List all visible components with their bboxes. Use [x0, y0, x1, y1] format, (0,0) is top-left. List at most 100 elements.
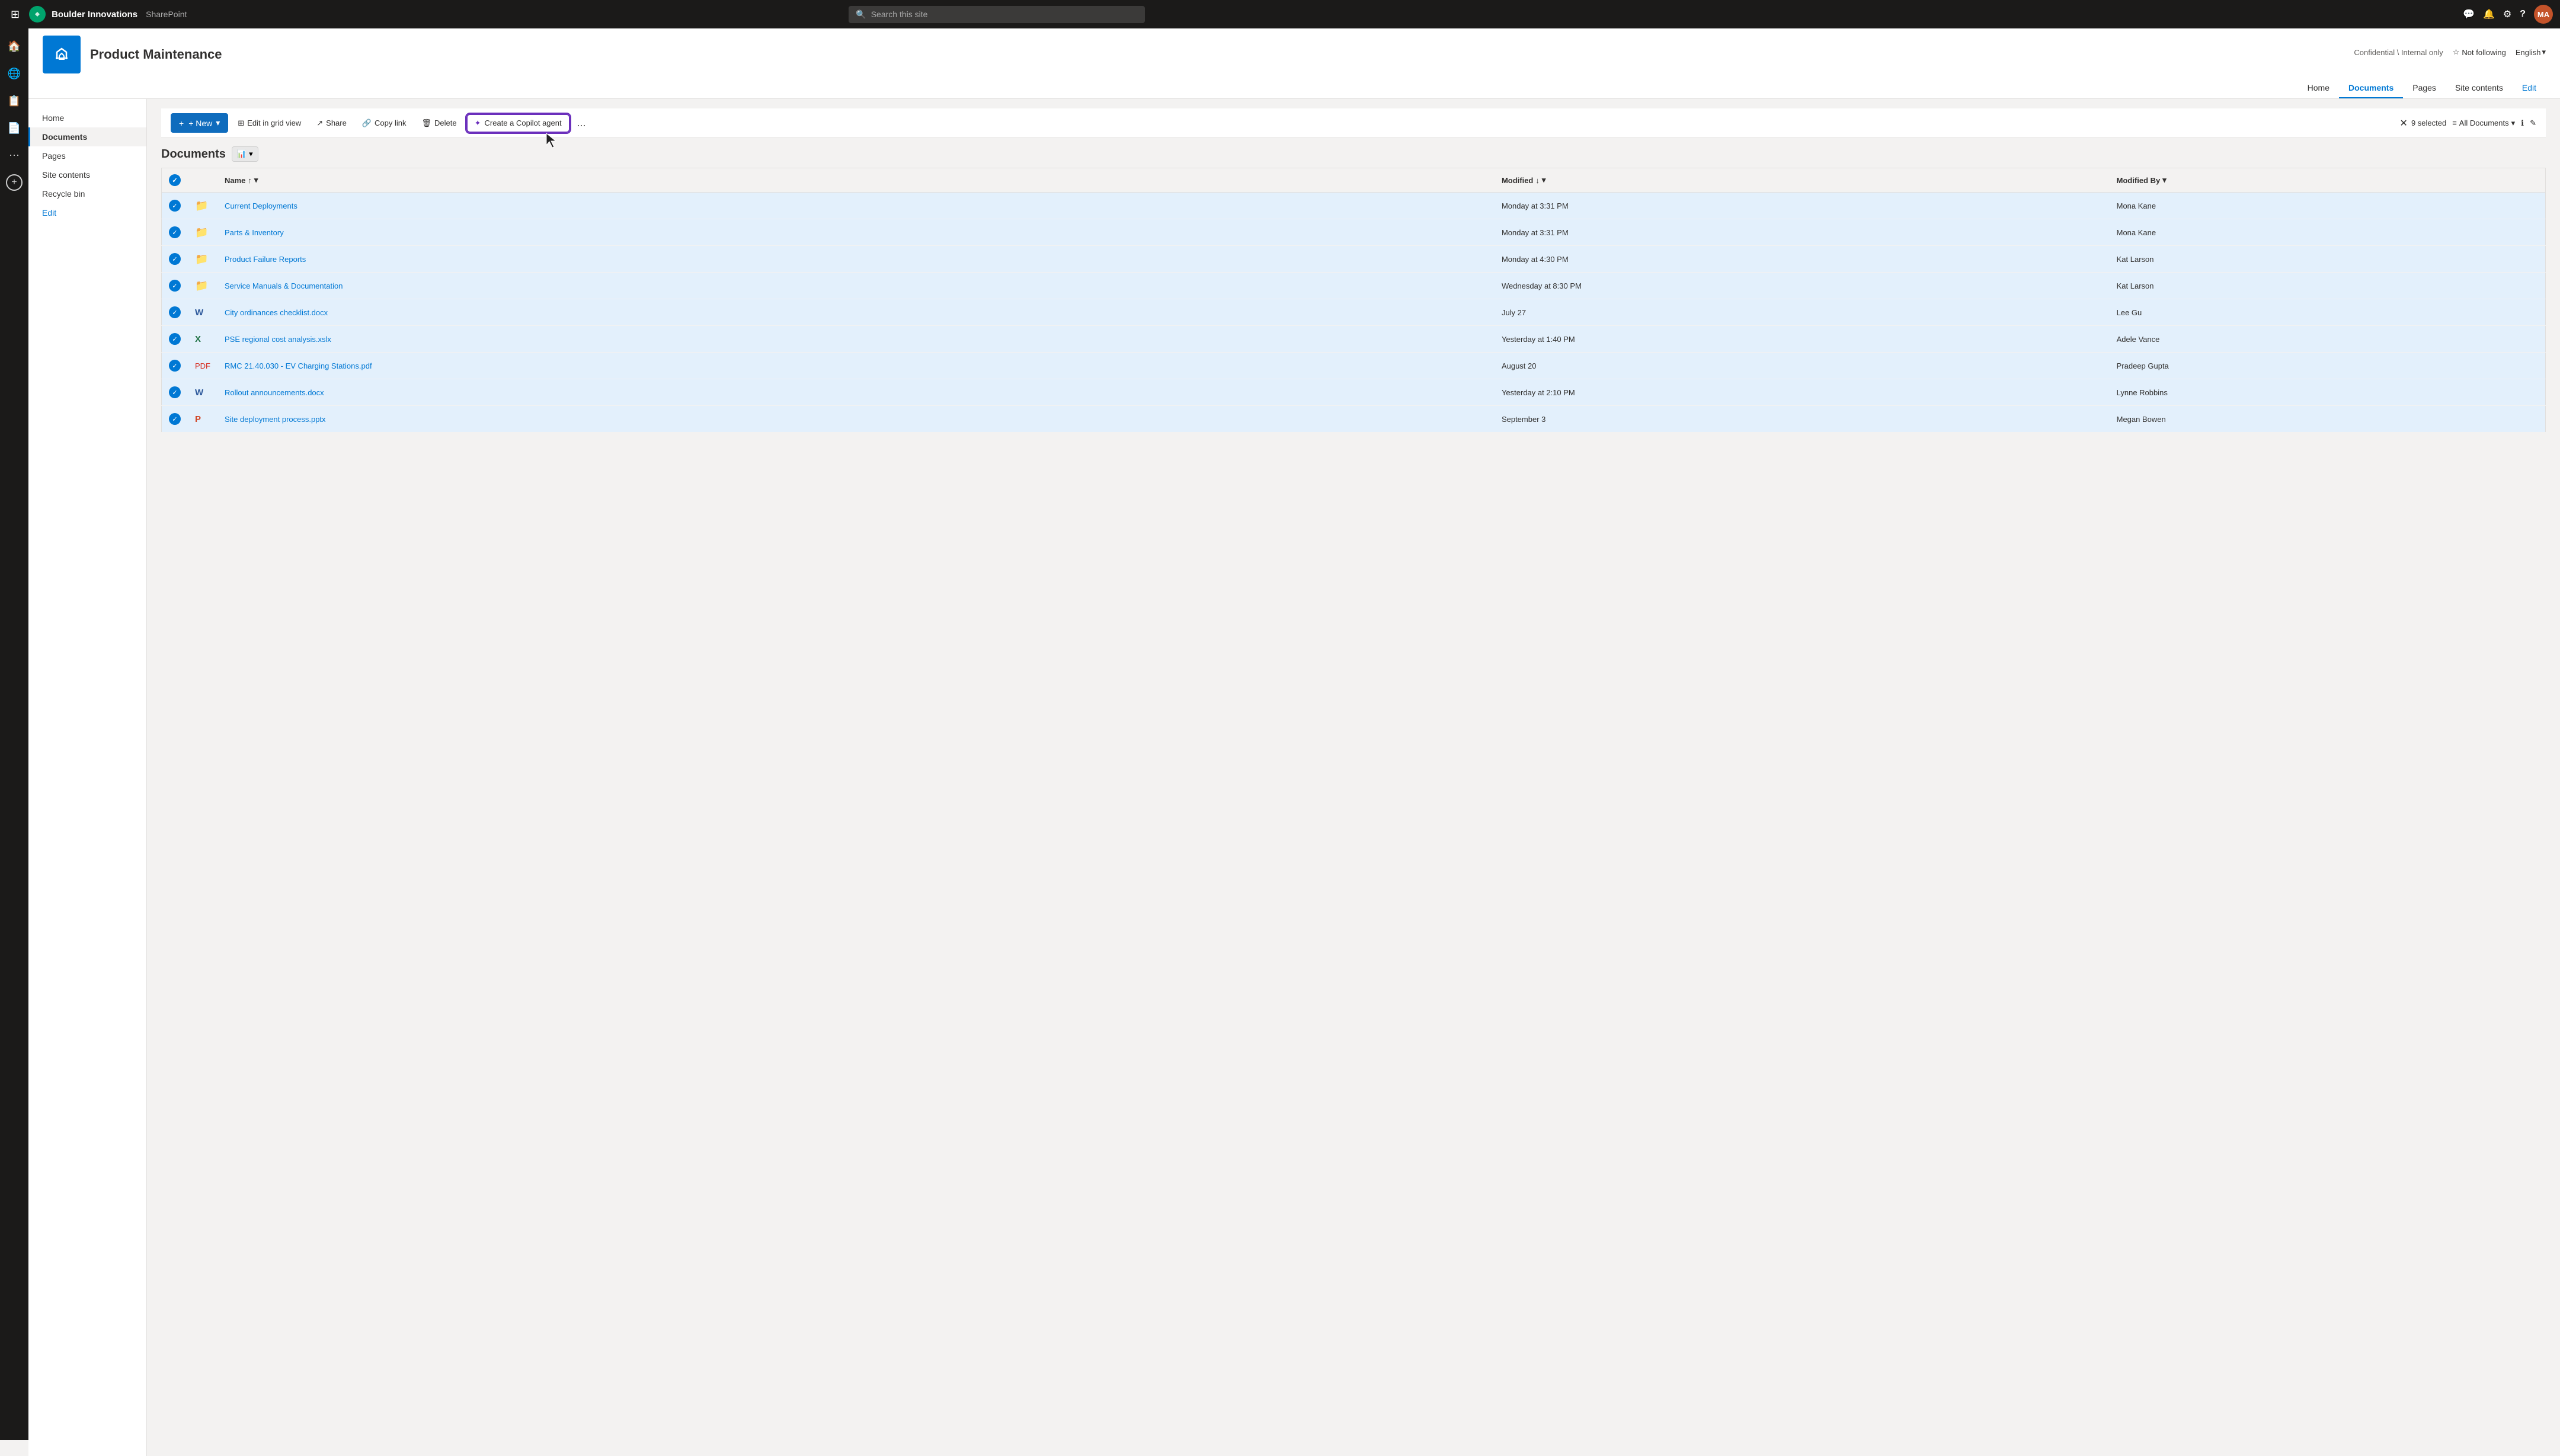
- sidebar-item-site-contents[interactable]: Site contents: [28, 165, 146, 184]
- file-type-cell: W: [188, 379, 217, 406]
- row-checkbox-3[interactable]: ✓: [169, 280, 181, 292]
- modified-by-cell-5: Adele Vance: [2110, 326, 2546, 353]
- copy-link-button[interactable]: 🔗 Copy link: [356, 115, 412, 132]
- waffle-menu-icon[interactable]: ⊞: [7, 5, 23, 24]
- more-row-button-0[interactable]: ⋯: [317, 199, 331, 213]
- microsoft365-logo: [29, 6, 46, 23]
- share-row-button-4[interactable]: ↗: [332, 305, 345, 319]
- edit-columns-button[interactable]: ✎: [2530, 119, 2536, 128]
- file-name-1[interactable]: Parts & Inventory: [225, 228, 284, 237]
- nav-site-contents[interactable]: Site contents: [2446, 78, 2513, 98]
- file-name-2[interactable]: Product Failure Reports: [225, 255, 306, 264]
- list-icon: ≡: [2452, 119, 2457, 127]
- row-checkbox-4[interactable]: ✓: [169, 306, 181, 318]
- deselect-all-button[interactable]: ✕: [2400, 117, 2408, 129]
- grid-icon: ⊞: [238, 119, 244, 128]
- more-options-button[interactable]: ...: [574, 114, 590, 132]
- share-button[interactable]: ↗ Share: [311, 115, 353, 132]
- modified-by-header[interactable]: Modified By ▾: [2110, 168, 2546, 193]
- more-row-button-3[interactable]: ⋯: [363, 279, 377, 293]
- nav-edit[interactable]: Edit: [2513, 78, 2546, 98]
- user-avatar[interactable]: MA: [2534, 5, 2553, 24]
- file-name-7[interactable]: Rollout announcements.docx: [225, 388, 324, 397]
- sidebar-item-edit[interactable]: Edit: [28, 203, 146, 222]
- modified-by-cell-1: Mona Kane: [2110, 219, 2546, 246]
- row-checkbox-cell: ✓: [162, 406, 188, 433]
- search-icon: 🔍: [856, 9, 866, 20]
- more-row-button-4[interactable]: ⋯: [348, 305, 362, 319]
- file-name-3[interactable]: Service Manuals & Documentation: [225, 281, 343, 290]
- share-row-button-7[interactable]: ↗: [329, 385, 341, 399]
- notification-icon[interactable]: 🔔: [2483, 8, 2495, 20]
- create-copilot-agent-button[interactable]: ✦ Create a Copilot agent: [466, 114, 570, 133]
- name-header[interactable]: Name ↑ ▾: [217, 168, 1495, 193]
- file-type-cell: 📁: [188, 273, 217, 299]
- modified-cell-5: Yesterday at 1:40 PM: [1495, 326, 2110, 353]
- not-following-button[interactable]: ☆ Not following: [2453, 47, 2506, 57]
- file-type-cell: 📁: [188, 219, 217, 246]
- home-nav-icon[interactable]: 🏠: [4, 36, 25, 57]
- row-checkbox-5[interactable]: ✓: [169, 333, 181, 345]
- modified-header[interactable]: Modified ↓ ▾: [1495, 168, 2110, 193]
- select-all-checkbox[interactable]: ✓: [169, 174, 181, 186]
- lists-nav-icon[interactable]: 📋: [4, 90, 25, 111]
- word-icon: W: [195, 308, 203, 318]
- pages-nav-icon[interactable]: 📄: [4, 117, 25, 139]
- sidebar-item-documents[interactable]: Documents: [28, 127, 146, 146]
- row-checkbox-6[interactable]: ✓: [169, 360, 181, 372]
- name-cell: Rollout announcements.docx ↗ ⋯: [217, 379, 1495, 406]
- top-nav-icons: 💬 🔔 ⚙ ? MA: [2463, 5, 2553, 24]
- more-row-button-7[interactable]: ⋯: [344, 385, 358, 399]
- share-row-button-3[interactable]: ↗: [347, 279, 360, 293]
- share-feedback-icon[interactable]: 💬: [2463, 8, 2475, 20]
- nav-pages[interactable]: Pages: [2403, 78, 2446, 98]
- info-button[interactable]: ℹ: [2521, 119, 2524, 128]
- new-button[interactable]: + + New ▾: [171, 113, 228, 133]
- modified-by-cell-2: Kat Larson: [2110, 246, 2546, 273]
- settings-icon[interactable]: ⚙: [2503, 8, 2511, 20]
- sidebar-item-home[interactable]: Home: [28, 108, 146, 127]
- sites-nav-icon[interactable]: 🌐: [4, 63, 25, 84]
- site-navigation: Home Documents Pages Site contents Edit: [2298, 78, 2546, 98]
- nav-documents[interactable]: Documents: [2339, 78, 2403, 98]
- file-name-0[interactable]: Current Deployments: [225, 201, 297, 210]
- more-row-button-6[interactable]: ⋯: [392, 359, 406, 373]
- edit-grid-view-button[interactable]: ⊞ Edit in grid view: [232, 115, 307, 132]
- file-name-4[interactable]: City ordinances checklist.docx: [225, 308, 328, 317]
- language-selector[interactable]: English ▾: [2516, 47, 2546, 57]
- search-bar[interactable]: 🔍 Search this site: [849, 6, 1145, 23]
- sort-asc-icon: ↓: [1535, 176, 1540, 185]
- document-area: + + New ▾ ⊞ Edit in grid view ↗ Share 🔗 …: [147, 99, 2560, 1456]
- filter-icon: ▾: [1542, 175, 1546, 185]
- help-icon[interactable]: ?: [2520, 9, 2526, 20]
- nav-home[interactable]: Home: [2298, 78, 2339, 98]
- sidebar-item-pages[interactable]: Pages: [28, 146, 146, 165]
- file-name-8[interactable]: Site deployment process.pptx: [225, 415, 326, 424]
- row-checkbox-0[interactable]: ✓: [169, 200, 181, 212]
- view-toggle-button[interactable]: 📊 ▾: [232, 146, 258, 162]
- share-row-button-6[interactable]: ↗: [377, 359, 389, 373]
- more-nav-icon[interactable]: ⋯: [4, 145, 25, 166]
- site-meta: Confidential \ Internal only ☆ Not follo…: [2354, 47, 2546, 62]
- chevron-down-icon: ▾: [2542, 47, 2546, 57]
- row-checkbox-2[interactable]: ✓: [169, 253, 181, 265]
- sidebar-item-recycle-bin[interactable]: Recycle bin: [28, 184, 146, 203]
- view-selector[interactable]: ≡ All Documents ▾: [2452, 119, 2515, 128]
- row-checkbox-8[interactable]: ✓: [169, 413, 181, 425]
- more-row-button-5[interactable]: ⋯: [351, 332, 365, 346]
- more-row-button-1[interactable]: ⋯: [303, 225, 318, 239]
- share-row-button-0[interactable]: ↗: [302, 199, 315, 213]
- delete-button[interactable]: 🗑 Delete: [416, 115, 463, 132]
- share-row-button-8[interactable]: ↗: [331, 412, 343, 426]
- row-checkbox-7[interactable]: ✓: [169, 386, 181, 398]
- more-row-button-2[interactable]: ⋯: [326, 252, 340, 266]
- file-name-5[interactable]: PSE regional cost analysis.xslx: [225, 335, 331, 344]
- share-row-button-5[interactable]: ↗: [336, 332, 348, 346]
- row-checkbox-1[interactable]: ✓: [169, 226, 181, 238]
- more-row-button-8[interactable]: ⋯: [345, 412, 360, 426]
- file-name-6[interactable]: RMC 21.40.030 - EV Charging Stations.pdf: [225, 361, 372, 370]
- create-nav-icon[interactable]: +: [6, 174, 23, 191]
- share-row-button-1[interactable]: ↗: [289, 225, 301, 239]
- share-row-button-2[interactable]: ↗: [311, 252, 323, 266]
- select-all-header[interactable]: ✓: [162, 168, 188, 193]
